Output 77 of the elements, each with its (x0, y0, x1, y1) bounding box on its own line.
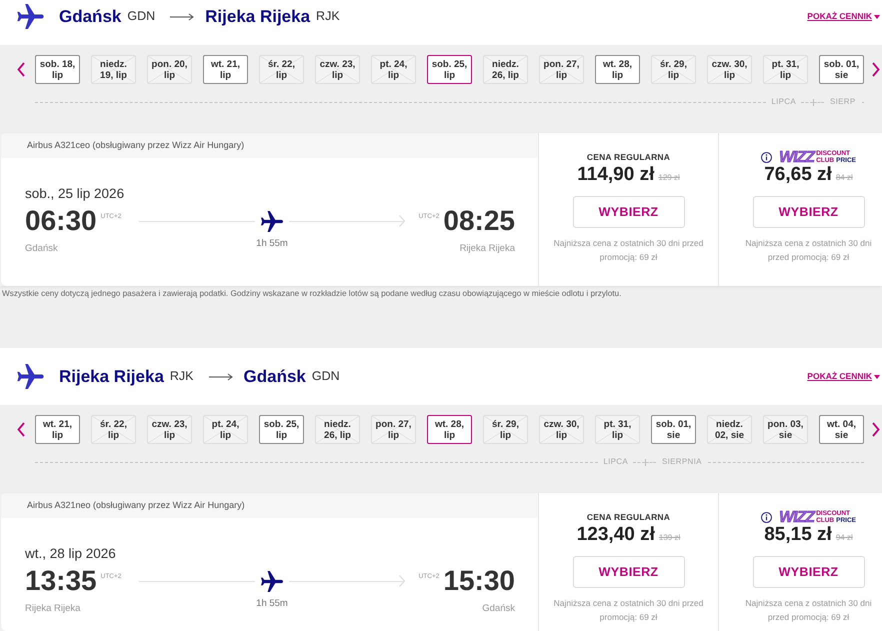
date-tile[interactable]: wt. 28, lip (427, 415, 472, 444)
old-price: 94 zł (836, 532, 853, 544)
fare-title: CENA REGULARNA (586, 150, 670, 164)
airplane-icon (261, 570, 283, 592)
select-button[interactable]: WYBIERZ (752, 196, 864, 228)
arrival-city: Gdańsk (482, 603, 515, 615)
flight-duration: 1h 55m (256, 598, 288, 610)
departure-time: 06:30 (25, 207, 97, 235)
flight-date: sob., 25 lip 2026 (25, 185, 126, 202)
chevron-left-icon (17, 422, 25, 437)
fare-note: Najniższa cena z ostatnich 30 dni przed promocją: 69 zł (744, 597, 873, 624)
month-label: LIPCA (602, 457, 629, 467)
flight-date: wt., 28 lip 2026 (25, 545, 117, 562)
aircraft-info: Airbus A321ceo (obsługiwany przez Wizz Air Hungary) (1, 133, 538, 158)
airport-code: GDN (312, 368, 340, 386)
month-label: SIERP (829, 97, 857, 107)
airport-code: RJK (316, 8, 340, 26)
logo-wordmark: WIZZ (778, 150, 814, 164)
previous-dates-button[interactable] (17, 422, 25, 437)
caret-down-icon (874, 374, 880, 378)
airplane-icon (17, 364, 44, 389)
destination-city: Gdańsk (244, 366, 306, 388)
date-tile[interactable]: sob. 18, lip (35, 55, 80, 84)
info-icon (760, 152, 772, 162)
date-tile[interactable]: wt. 21, lip (203, 55, 248, 84)
date-tile[interactable]: wt. 21, lip (35, 415, 80, 444)
date-tile[interactable]: wt. 28, lip (595, 55, 640, 84)
origin-city: Gdańsk (59, 6, 122, 28)
flight-duration: 1h 55m (256, 238, 288, 250)
select-button[interactable]: WYBIERZ (752, 556, 864, 588)
info-icon (760, 512, 772, 522)
departure-city: Gdańsk (25, 243, 59, 255)
airport-code: GDN (127, 8, 156, 26)
old-price: 139 zł (658, 532, 680, 544)
fare-title: CENA REGULARNA (586, 510, 670, 524)
fare-note: Najniższa cena z ostatnich 30 dni przed promocją: 69 zł (552, 237, 704, 264)
old-price: 129 zł (658, 172, 680, 184)
price-disclaimer: Wszystkie ceny dotyczą jednego pasażera i zawierają podatki. Godziny wskazane w rozkładzie lotów są podane według czasu obowiązującego w mieście odlotu i przylotu. (1, 288, 622, 300)
date-tile[interactable]: sob. 01, sie (651, 415, 696, 444)
origin-city: Rijeka Rijeka (59, 366, 164, 388)
date-tile[interactable]: sob. 25, lip (427, 55, 472, 84)
select-button[interactable]: WYBIERZ (572, 196, 684, 228)
departure-time: 13:35 (25, 567, 97, 595)
next-dates-button[interactable] (872, 422, 880, 437)
chevron-left-icon (17, 62, 25, 77)
arrival-city: Rijeka Rijeka (460, 243, 515, 255)
old-price: 84 zł (836, 172, 853, 184)
aircraft-info: Airbus A321neo (obsługiwany przez Wizz Air Hungary) (1, 493, 538, 518)
chevron-right-icon (872, 62, 880, 77)
month-label: LIPCA (770, 97, 797, 107)
price-list-link[interactable]: POKAŻ CENNIK (807, 10, 880, 23)
arrow-icon (170, 12, 194, 20)
fare-price: 76,65 zł (764, 164, 832, 186)
date-tile[interactable]: wt. 04, sie (819, 415, 864, 444)
arrival-time: 08:25 (443, 207, 515, 235)
chevron-right-icon (872, 422, 880, 437)
fare-price: 114,90 zł (577, 164, 654, 186)
airport-code: RJK (170, 368, 194, 386)
previous-dates-button[interactable] (17, 62, 25, 77)
arrival-time: 15:30 (443, 567, 515, 595)
next-dates-button[interactable] (872, 62, 880, 77)
arrow-icon (208, 372, 233, 380)
fare-price: 85,15 zł (764, 524, 832, 546)
logo-wordmark: WIZZ (778, 510, 814, 524)
price-list-link[interactable]: POKAŻ CENNIK (807, 370, 880, 383)
month-label: SIERPNIA (661, 457, 703, 467)
destination-city: Rijeka Rijeka (205, 6, 310, 28)
airplane-icon (261, 210, 283, 232)
fare-note: Najniższa cena z ostatnich 30 dni przed promocją: 69 zł (744, 237, 873, 264)
airplane-icon (17, 4, 44, 29)
caret-down-icon (874, 14, 880, 18)
fare-note: Najniższa cena z ostatnich 30 dni przed promocją: 69 zł (552, 597, 704, 624)
departure-city: Rijeka Rijeka (25, 603, 82, 615)
select-button[interactable]: WYBIERZ (572, 556, 684, 588)
date-tile[interactable]: sob. 01, sie (819, 55, 864, 84)
fare-price: 123,40 zł (576, 524, 655, 546)
date-tile[interactable]: sob. 25, lip (259, 415, 304, 444)
